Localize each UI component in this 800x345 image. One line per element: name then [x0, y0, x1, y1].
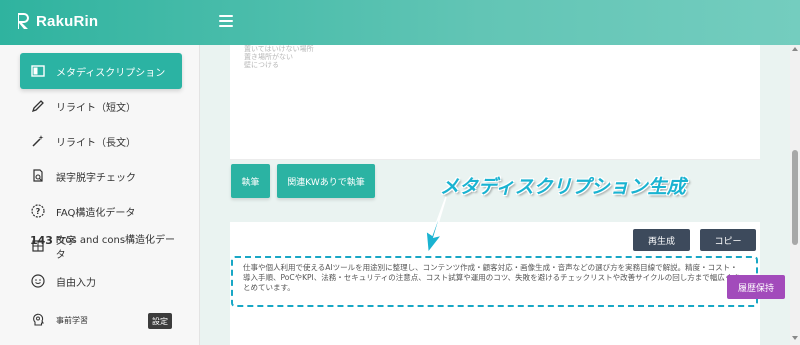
sidebar-item-label: 自由入力 — [56, 277, 96, 289]
top-bar: RakuRin — [0, 0, 800, 45]
menu-toggle-icon[interactable] — [219, 15, 233, 27]
svg-text:?: ? — [36, 207, 41, 216]
copy-button[interactable]: コピー — [700, 229, 756, 251]
app-name: RakuRin — [36, 12, 99, 30]
character-count: 143 文字 — [30, 232, 76, 247]
write-button[interactable]: 執筆 — [231, 164, 270, 198]
count-value: 143 — [30, 234, 53, 247]
document-search-icon — [30, 168, 46, 184]
sidebar-item-free-input[interactable]: 自由入力 — [20, 263, 182, 299]
brain-icon — [30, 312, 46, 328]
sidebar-item-label: メタディスクリプション — [56, 67, 166, 79]
scroll-down-icon[interactable] — [792, 336, 798, 340]
settings-button[interactable]: 設定 — [148, 313, 172, 329]
pencil-icon — [30, 98, 46, 114]
annotation-label: メタディスクリプション生成 — [440, 176, 686, 198]
textarea-line: 置き場所がない — [244, 53, 293, 61]
textarea-line: 壁につける — [244, 61, 279, 69]
save-history-button[interactable]: 履歴保持 — [727, 275, 785, 299]
app-logo[interactable]: RakuRin — [16, 12, 98, 30]
sidebar-item-label: 誤字脱字チェック — [56, 172, 136, 184]
scrollbar[interactable] — [790, 45, 800, 345]
annotation-arrow-icon — [425, 196, 447, 255]
textarea-content: 置いてはいけない場所 置き場所がない 壁につける — [244, 45, 314, 69]
sidebar-item-faq[interactable]: ? FAQ構造化データ — [20, 193, 182, 229]
logo-icon — [16, 12, 30, 30]
sidebar: メタディスクリプション リライト（短文） リライト（長文） 誤字脱字チェック ?… — [0, 45, 200, 345]
input-textarea[interactable]: 置いてはいけない場所 置き場所がない 壁につける — [230, 45, 760, 160]
generated-description[interactable]: 仕事や個人利用で使えるAIツールを用途別に整理し、コンテンツ作成・顧客対応・画像… — [243, 263, 743, 293]
scrollbar-thumb[interactable] — [792, 150, 798, 245]
magic-wand-icon — [30, 133, 46, 149]
regenerate-button[interactable]: 再生成 — [633, 229, 690, 251]
smile-icon — [30, 273, 46, 289]
write-with-keywords-button[interactable]: 関連KWありで執筆 — [277, 164, 375, 198]
textarea-line: 置いてはいけない場所 — [244, 45, 314, 53]
sidebar-item-label: 事前学習 — [56, 315, 88, 325]
sidebar-item-label: リライト（短文） — [56, 102, 136, 114]
sidebar-item-meta-description[interactable]: メタディスクリプション — [20, 53, 182, 89]
scroll-up-icon[interactable] — [792, 47, 798, 51]
question-icon: ? — [30, 203, 46, 219]
sidebar-item-label: リライト（長文） — [56, 137, 136, 149]
count-unit: 文字 — [56, 236, 77, 247]
sidebar-item-pre-training[interactable]: 事前学習 — [20, 302, 145, 338]
sidebar-item-rewrite-short[interactable]: リライト（短文） — [20, 88, 182, 124]
sidebar-item-typo-check[interactable]: 誤字脱字チェック — [20, 158, 182, 194]
sidebar-item-rewrite-long[interactable]: リライト（長文） — [20, 123, 182, 159]
sidebar-item-label: FAQ構造化データ — [56, 207, 136, 219]
layout-icon — [30, 63, 46, 79]
